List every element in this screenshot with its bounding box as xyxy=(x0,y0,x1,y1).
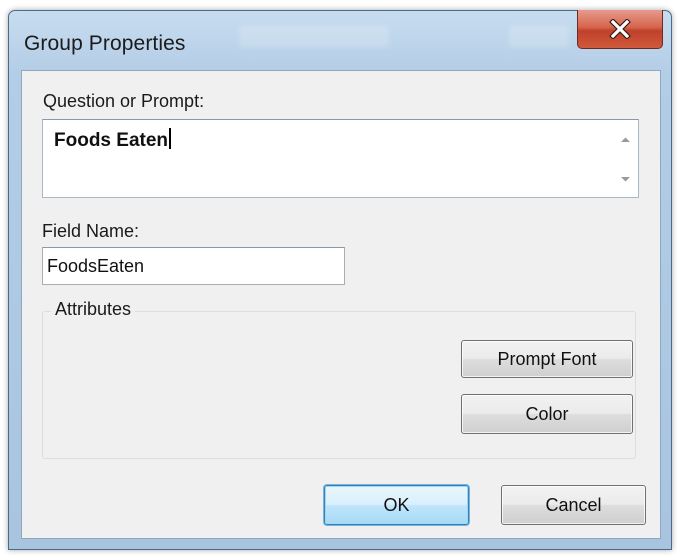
field-name-input[interactable] xyxy=(42,247,345,285)
scroll-up-arrow-icon xyxy=(621,137,630,142)
prompt-font-button[interactable]: Prompt Font xyxy=(461,340,633,378)
titlebar-background-blur-right xyxy=(509,25,569,47)
color-button[interactable]: Color xyxy=(461,394,633,434)
close-button[interactable] xyxy=(577,10,663,49)
scroll-up-button[interactable] xyxy=(614,127,637,151)
attributes-groupbox: Attributes Prompt Font Color xyxy=(42,299,636,459)
dialog-title: Group Properties xyxy=(24,32,186,55)
title-bar[interactable]: Group Properties xyxy=(9,10,671,69)
prompt-value-text: Foods Eaten xyxy=(54,130,169,151)
text-caret xyxy=(169,128,172,149)
field-name-label: Field Name: xyxy=(42,221,140,241)
attributes-legend: Attributes xyxy=(51,299,136,320)
dialog-client-area: Question or Prompt: Foods Eaten Field Na… xyxy=(21,70,661,539)
prompt-scrollbar[interactable] xyxy=(614,121,637,196)
titlebar-background-blur xyxy=(239,25,389,47)
close-x-icon xyxy=(609,19,631,39)
ok-button[interactable]: OK xyxy=(324,485,469,525)
scroll-down-arrow-icon xyxy=(621,176,630,181)
cancel-button[interactable]: Cancel xyxy=(501,485,646,525)
prompt-label: Question or Prompt: xyxy=(43,91,205,111)
scroll-down-button[interactable] xyxy=(614,167,637,191)
dialog-window: Group Properties Question or Prompt: Foo… xyxy=(8,10,672,550)
prompt-textarea[interactable]: Foods Eaten xyxy=(42,119,639,198)
prompt-text-value[interactable]: Foods Eaten xyxy=(54,128,172,152)
